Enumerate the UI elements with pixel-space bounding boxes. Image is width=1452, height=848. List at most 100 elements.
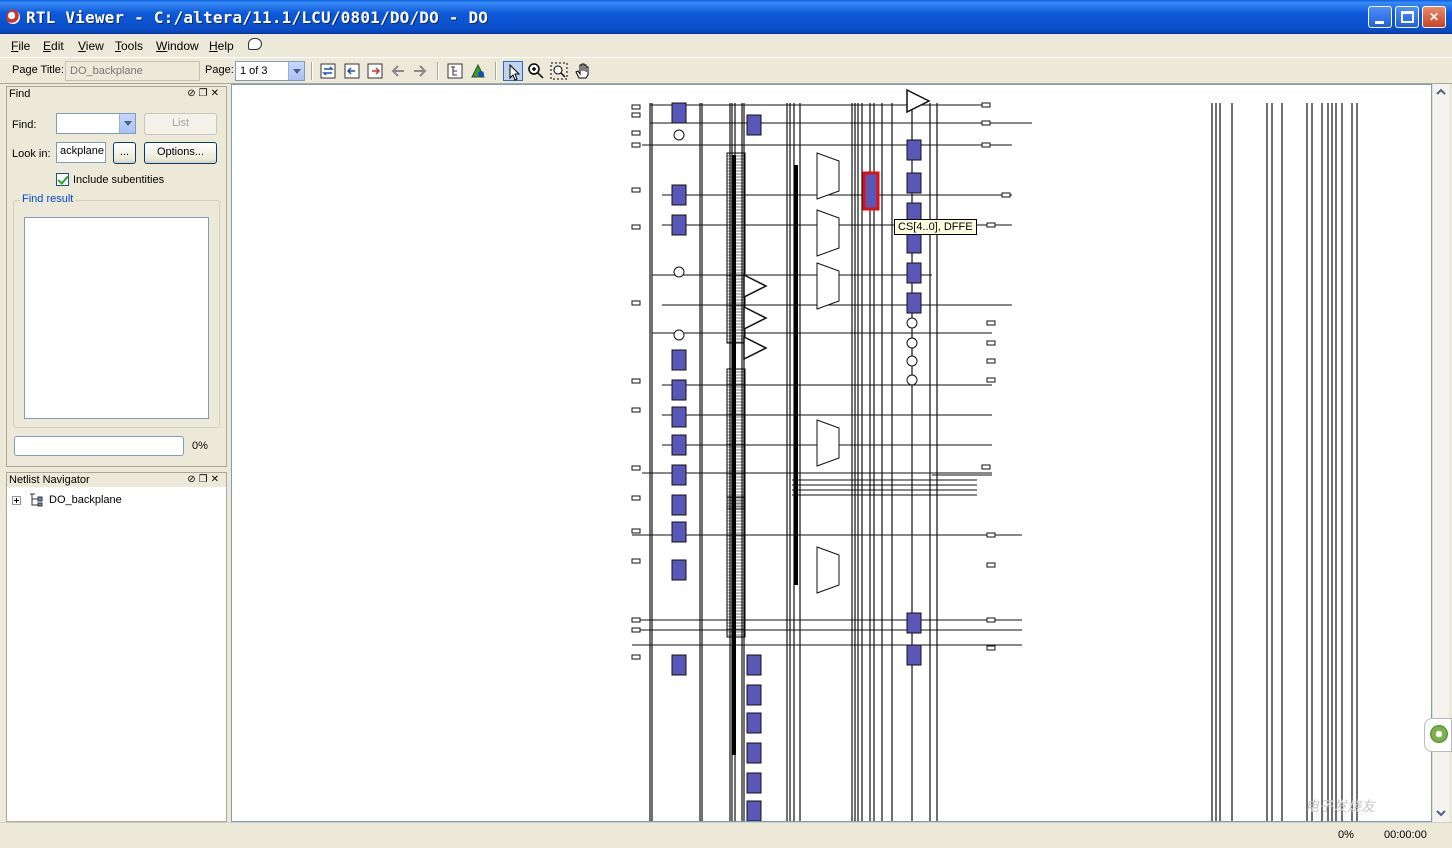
- mux-block: [816, 262, 840, 310]
- register-block: [671, 521, 687, 543]
- register-block: [906, 612, 922, 634]
- floating-widget-icon[interactable]: [1424, 718, 1452, 752]
- selection-pointer-icon[interactable]: [503, 61, 523, 81]
- register-block: [906, 292, 922, 314]
- close-icon[interactable]: ✕: [211, 474, 222, 485]
- register-block: [906, 262, 922, 284]
- schematic-canvas[interactable]: [231, 84, 1432, 822]
- mux-block: [816, 419, 840, 467]
- register-block: [671, 349, 687, 371]
- status-percent: 0%: [1338, 829, 1354, 841]
- input-pin: [631, 224, 641, 230]
- output-pin: [986, 222, 996, 228]
- logic-gate: [906, 355, 918, 367]
- restore-icon[interactable]: ❐: [199, 474, 211, 485]
- restore-icon[interactable]: ❐: [199, 88, 211, 99]
- refresh-icon[interactable]: [318, 61, 338, 81]
- find-result-list[interactable]: [24, 217, 209, 419]
- node-tooltip: CS[4..0], DFFE: [894, 219, 977, 235]
- thick-bus: [732, 155, 736, 755]
- selected-register: [862, 171, 880, 211]
- logic-gate: [673, 129, 685, 141]
- menu-tools[interactable]: Tools: [115, 39, 143, 53]
- input-pin: [631, 465, 641, 471]
- watermark-text: 电子发烧友: [1305, 798, 1375, 814]
- hand-pan-icon[interactable]: [573, 61, 593, 81]
- zoom-icon[interactable]: [526, 61, 546, 81]
- whats-this-icon[interactable]: [248, 38, 262, 50]
- register-block: [671, 406, 687, 428]
- register-block: [671, 434, 687, 456]
- include-subentities-label: Include subentities: [73, 174, 165, 186]
- options-button[interactable]: Options...: [144, 142, 217, 164]
- pin-icon[interactable]: ⊘: [187, 88, 198, 99]
- expand-icon[interactable]: [12, 496, 21, 505]
- menu-window[interactable]: Window: [156, 39, 199, 53]
- netlist-tree-icon[interactable]: [468, 61, 488, 81]
- scroll-up-icon[interactable]: [1433, 84, 1449, 100]
- scroll-down-icon[interactable]: [1433, 805, 1449, 821]
- input-pin: [631, 130, 641, 136]
- look-in-field[interactable]: ackplane: [56, 142, 106, 163]
- find-panel-header: Find ⊘❐✕: [6, 86, 227, 102]
- rtl-schematic: [631, 88, 1358, 821]
- input-pin: [631, 528, 641, 534]
- zoom-fit-icon[interactable]: [549, 61, 569, 81]
- title-bar[interactable]: RTL Viewer - C:/altera/11.1/LCU/0801/DO/…: [0, 0, 1452, 34]
- chevron-down-icon[interactable]: [288, 62, 304, 80]
- output-pin: [981, 464, 991, 470]
- close-button[interactable]: ✕: [1422, 6, 1446, 28]
- browse-button[interactable]: ...: [113, 142, 136, 164]
- register-block: [746, 684, 762, 706]
- input-pin: [631, 187, 641, 193]
- menu-view[interactable]: View: [78, 39, 104, 53]
- find-panel: Find: List Look in: ackplane ... Options…: [6, 101, 227, 467]
- hierarchy-icon[interactable]: [445, 61, 465, 81]
- app-icon: [6, 10, 20, 24]
- list-button[interactable]: List: [144, 113, 217, 135]
- register-block: [906, 232, 922, 254]
- output-pin: [981, 102, 991, 108]
- back-arrow-icon[interactable]: [388, 61, 408, 81]
- register-block: [906, 172, 922, 194]
- find-input[interactable]: [56, 113, 136, 134]
- tree-item-do-backplane[interactable]: DO_backplane: [49, 494, 122, 506]
- page-select[interactable]: 1 of 3: [235, 61, 305, 81]
- register-block: [671, 184, 687, 206]
- input-pin: [631, 617, 641, 623]
- vertical-scrollbar[interactable]: [1432, 84, 1449, 822]
- minimize-button[interactable]: [1368, 6, 1392, 28]
- output-pin: [986, 617, 996, 623]
- find-result-group: Find result: [13, 193, 220, 428]
- register-block: [671, 494, 687, 516]
- look-in-label: Look in:: [12, 148, 51, 160]
- input-pin: [631, 654, 641, 660]
- page-select-value: 1 of 3: [240, 65, 268, 77]
- register-block: [671, 214, 687, 236]
- pin-icon[interactable]: ⊘: [187, 474, 198, 485]
- menu-edit[interactable]: Edit: [43, 39, 64, 53]
- menu-help[interactable]: Help: [209, 39, 234, 53]
- input-pin: [631, 558, 641, 564]
- maximize-button[interactable]: [1395, 6, 1419, 28]
- forward-arrow-icon[interactable]: [410, 61, 430, 81]
- close-icon[interactable]: ✕: [211, 88, 222, 99]
- menu-file[interactable]: File: [11, 39, 30, 53]
- logic-gate: [673, 329, 685, 341]
- include-subentities-checkbox[interactable]: [56, 173, 69, 186]
- register-block: [746, 772, 762, 794]
- comparator-block: [906, 88, 931, 114]
- page-label: Page:: [205, 64, 234, 76]
- menu-bar: File Edit View Tools Window Help: [0, 35, 1452, 57]
- hierarchy-icon: [30, 493, 43, 507]
- forward-page-icon[interactable]: [365, 61, 385, 81]
- back-page-icon[interactable]: [342, 61, 362, 81]
- output-pin: [986, 532, 996, 538]
- input-pin: [631, 378, 641, 384]
- mux-block: [816, 546, 840, 594]
- register-block: [746, 654, 762, 676]
- window-title: RTL Viewer - C:/altera/11.1/LCU/0801/DO/…: [26, 8, 489, 27]
- output-pin: [986, 320, 996, 326]
- find-progress-bar: [14, 436, 184, 456]
- chevron-down-icon[interactable]: [119, 114, 135, 133]
